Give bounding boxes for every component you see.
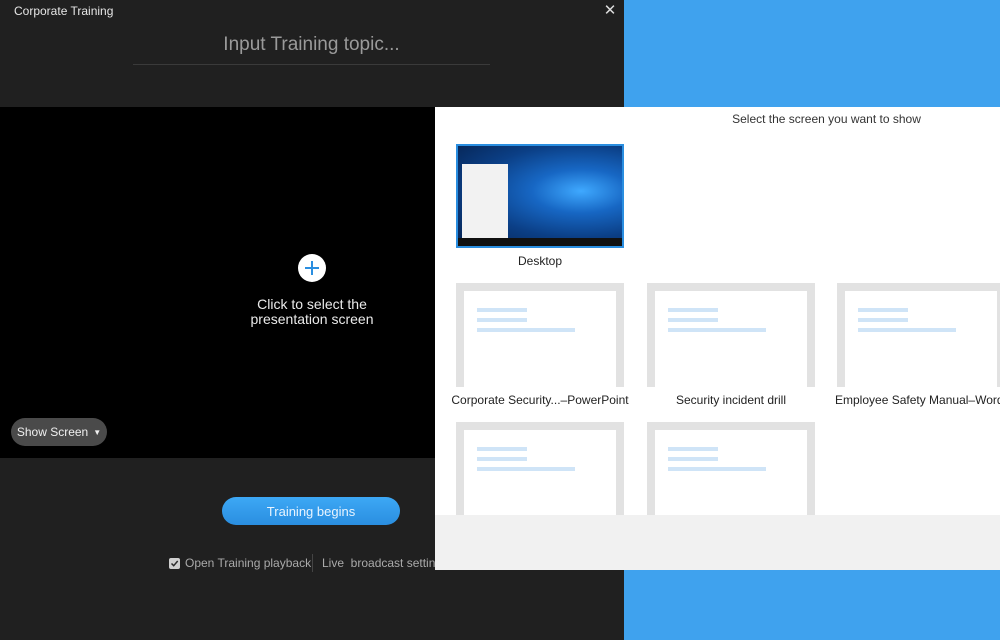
- thumbnail-page: [464, 291, 616, 387]
- add-icon[interactable]: [298, 254, 326, 282]
- window-title: Corporate Training: [14, 4, 114, 18]
- start-menu-preview: [462, 164, 508, 238]
- text-line: [477, 308, 527, 312]
- training-topic-input[interactable]: [133, 26, 490, 65]
- show-screen-label: Show Screen: [16, 425, 89, 439]
- thumbnail-page: [464, 430, 616, 526]
- text-line: [477, 467, 575, 471]
- live-broadcast-settings-link[interactable]: Live broadcast settings: [322, 556, 448, 570]
- training-begins-button[interactable]: Training begins: [222, 497, 400, 525]
- taskbar-preview: [458, 238, 622, 246]
- title-bar: Corporate Training ✕: [0, 0, 624, 22]
- window-thumbnail[interactable]: [456, 422, 624, 526]
- selector-title: Select the screen you want to show: [732, 112, 921, 126]
- text-line: [668, 457, 718, 461]
- screen-selector-panel: Select the screen you want to show Deskt…: [435, 107, 1000, 570]
- text-line: [858, 328, 956, 332]
- text-line: [477, 457, 527, 461]
- text-line: [668, 308, 718, 312]
- playback-label: Open Training playback: [185, 556, 312, 570]
- thumbnail-page: [655, 430, 807, 526]
- thumbnail-page: [655, 291, 807, 387]
- window-thumbnail[interactable]: [837, 283, 1000, 387]
- select-screen-hint: Click to select the presentation screen: [212, 297, 412, 327]
- window-thumbnail[interactable]: [647, 283, 815, 387]
- text-line: [858, 308, 908, 312]
- close-icon[interactable]: ✕: [600, 0, 620, 22]
- window-thumbnail[interactable]: [647, 422, 815, 526]
- hint-line-2: presentation screen: [250, 311, 374, 327]
- thumbnail-label: Corporate Security...–PowerPoint: [451, 393, 629, 407]
- thumbnail-label: Employee Safety Manual–Word: [835, 393, 1000, 407]
- text-line: [477, 328, 575, 332]
- selector-footer: [435, 515, 1000, 570]
- text-line: [477, 318, 527, 322]
- text-line: [668, 447, 718, 451]
- text-line: [477, 447, 527, 451]
- window-thumbnail[interactable]: [456, 283, 624, 387]
- checkbox-checked-icon[interactable]: [169, 557, 180, 569]
- open-playback-checkbox[interactable]: Open Training playback: [169, 556, 311, 570]
- text-line: [668, 328, 766, 332]
- thumbnail-page: [845, 291, 997, 387]
- text-line: [858, 318, 908, 322]
- text-line: [668, 467, 766, 471]
- divider: [312, 554, 313, 572]
- desktop-label: Desktop: [517, 254, 563, 268]
- text-line: [668, 318, 718, 322]
- show-screen-dropdown[interactable]: Show Screen ▼: [11, 418, 107, 446]
- hint-line-1: Click to select the: [257, 296, 367, 312]
- caret-down-icon: ▼: [93, 427, 102, 437]
- desktop-thumbnail[interactable]: [456, 144, 624, 248]
- thumbnail-label: Security incident drill: [675, 393, 787, 407]
